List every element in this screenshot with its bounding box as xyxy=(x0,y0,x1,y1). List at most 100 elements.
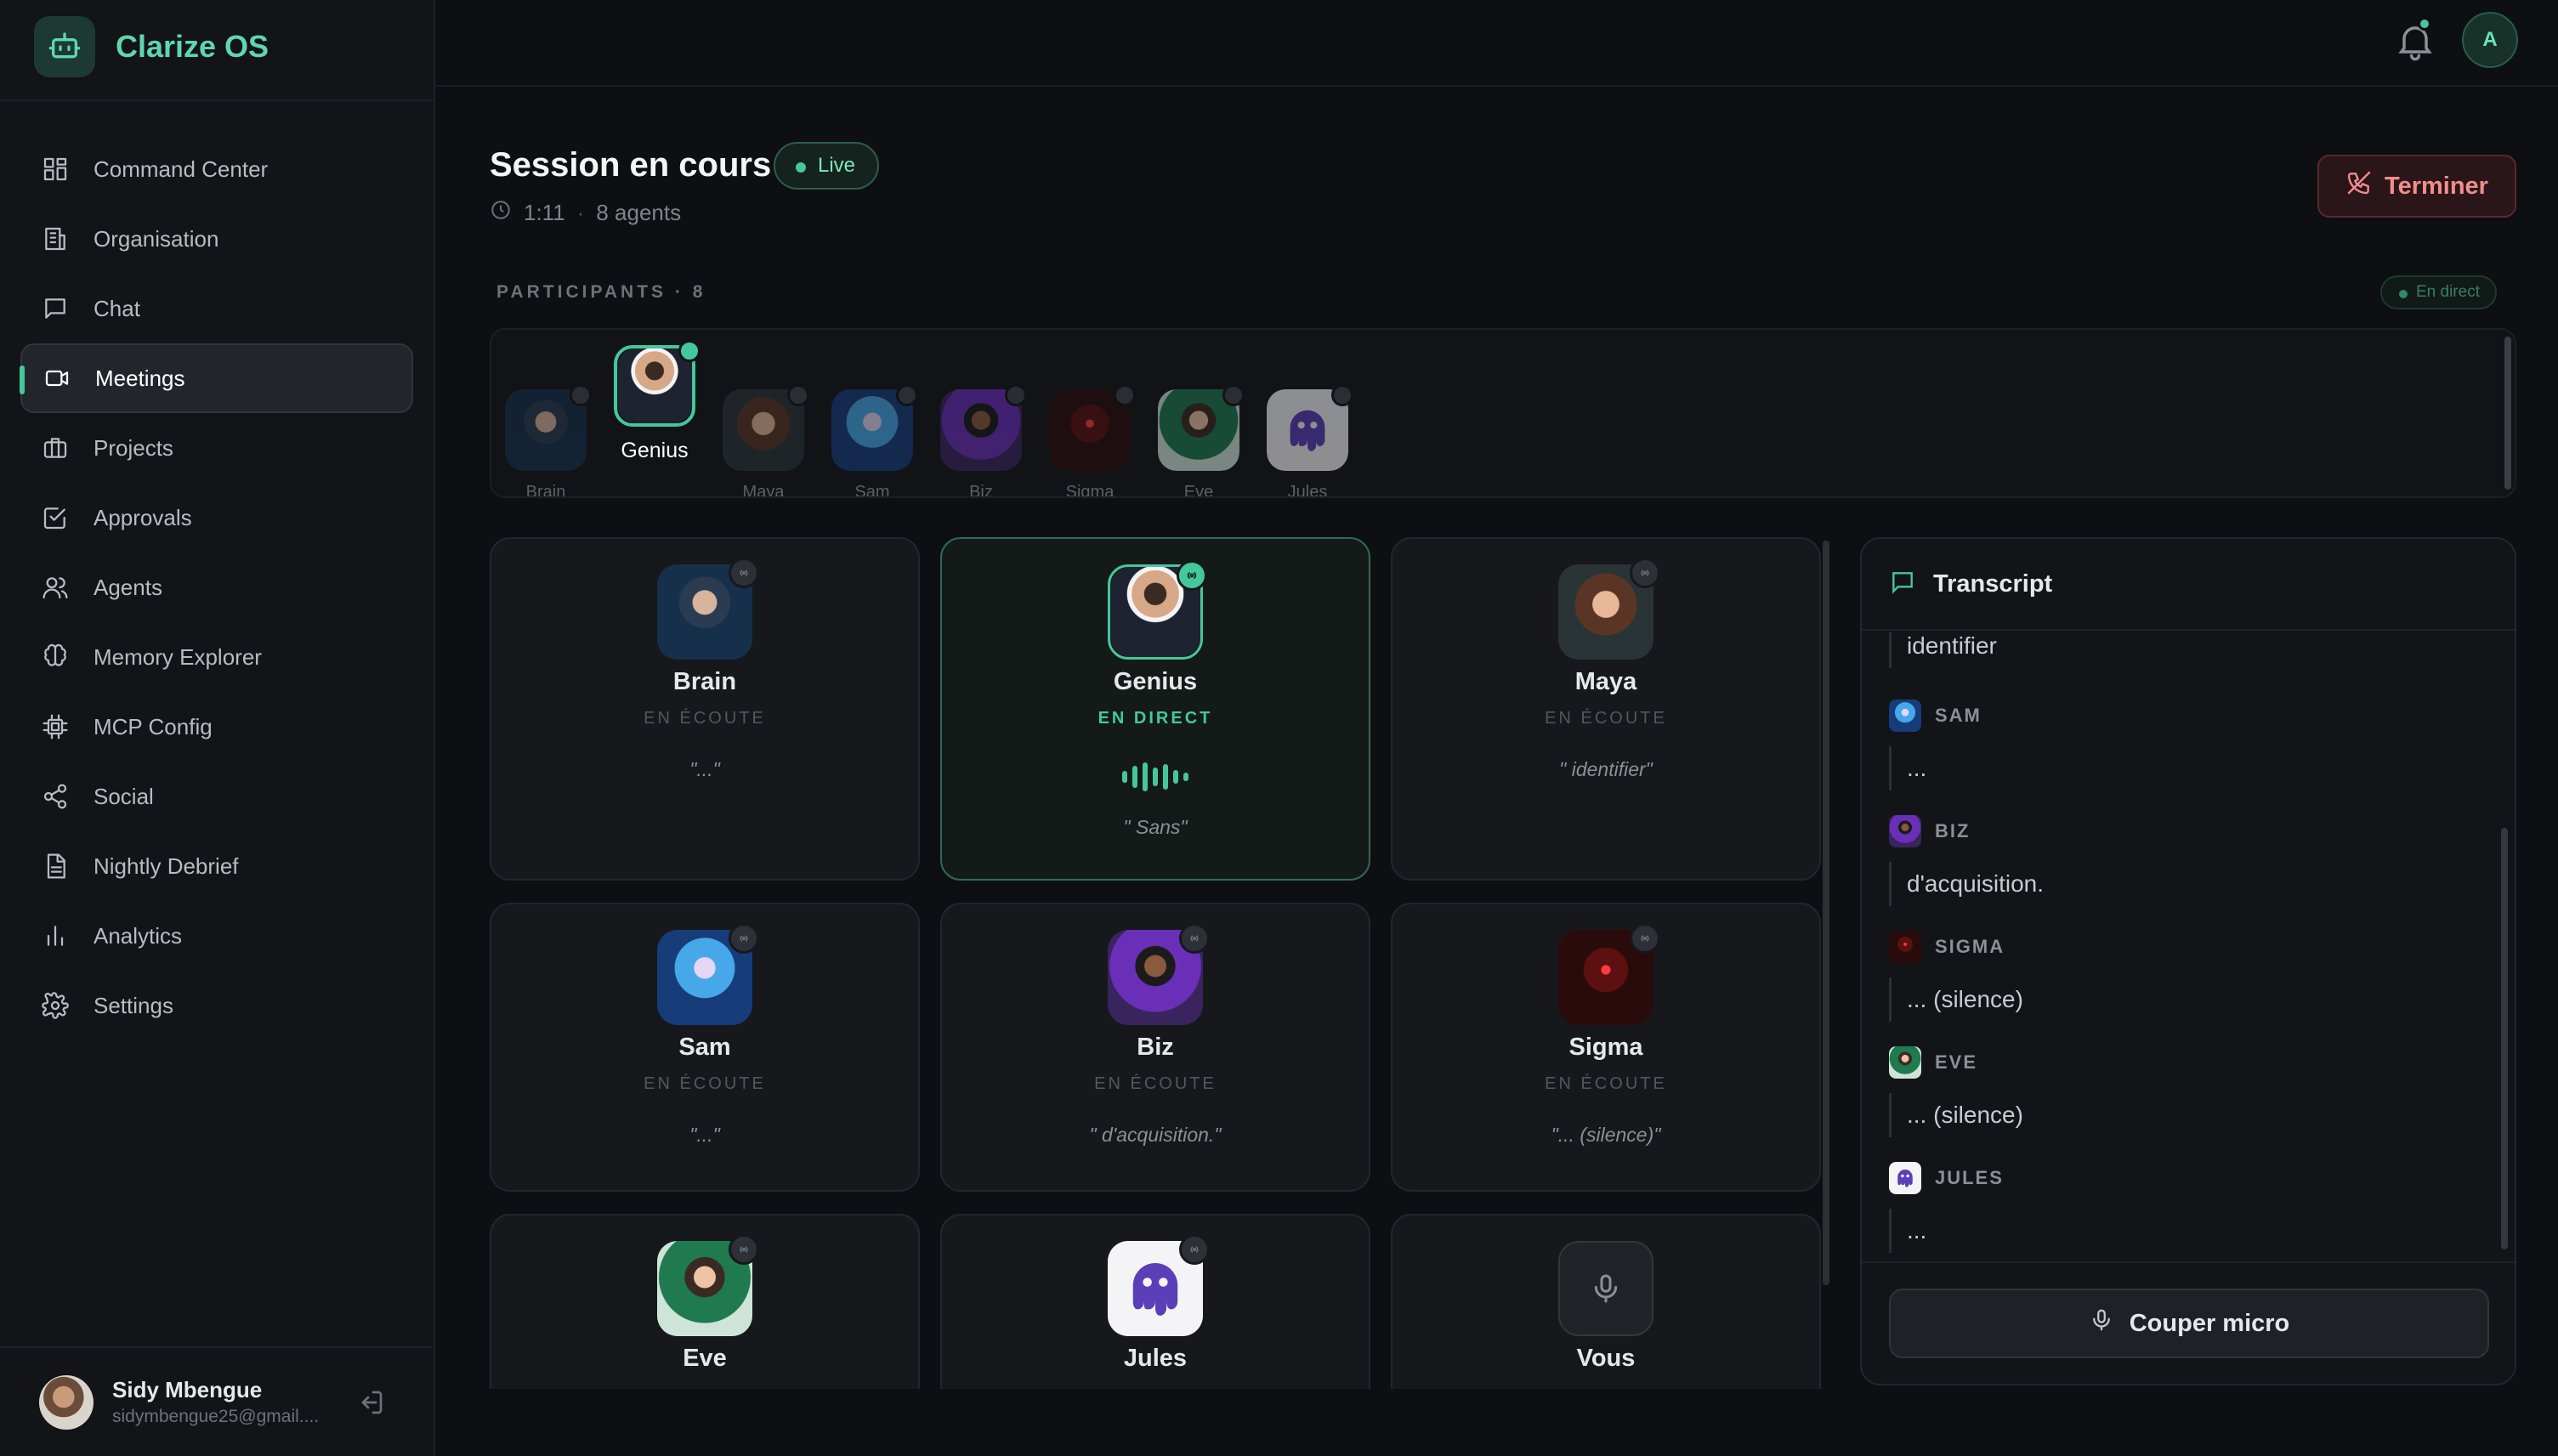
participant-chip-brain[interactable]: Brain xyxy=(505,389,587,496)
transcript-panel: Transcript identifier SAM... BIZ d'acquis… xyxy=(1860,537,2516,1385)
participant-tile-brain[interactable]: Brain EN ÉCOUTE "..." xyxy=(490,537,920,881)
sidebar-item-settings[interactable]: Settings xyxy=(20,971,413,1040)
transcript-text: ... xyxy=(1889,1209,2484,1253)
check-square-icon xyxy=(41,503,70,532)
building-icon xyxy=(41,224,70,253)
participant-chip-sigma[interactable]: Sigma xyxy=(1049,389,1131,496)
speaker-name: EVE xyxy=(1935,1051,1978,1073)
mute-mic-button[interactable]: Couper micro xyxy=(1889,1289,2489,1358)
participant-tile-maya[interactable]: Maya EN ÉCOUTE " identifier" xyxy=(1391,537,1821,881)
chip-icon xyxy=(41,712,70,741)
notification-dot xyxy=(2418,17,2431,31)
sidebar-item-social[interactable]: Social xyxy=(20,762,413,831)
avatar xyxy=(1889,1162,1921,1194)
sidebar-item-organisation[interactable]: Organisation xyxy=(20,204,413,274)
grid-icon xyxy=(41,155,70,184)
user-name: Sidy Mbengue xyxy=(112,1377,263,1402)
mute-mic-label: Couper micro xyxy=(2129,1309,2290,1337)
logout-icon[interactable] xyxy=(355,1387,386,1418)
participant-name: Biz xyxy=(1137,1034,1174,1061)
agent-count: 8 agents xyxy=(596,200,682,225)
participant-status: EN ÉCOUTE xyxy=(1094,1074,1217,1093)
sidebar-item-agents[interactable]: Agents xyxy=(20,552,413,622)
mic-status-icon xyxy=(1179,923,1210,954)
sidebar-item-analytics[interactable]: Analytics xyxy=(20,901,413,971)
participant-status: EN DIRECT xyxy=(1098,709,1213,728)
participant-last-utterance: "... (silence)" xyxy=(1551,1124,1661,1146)
sidebar-item-label: Agents xyxy=(94,574,162,600)
transcript-entry: SAM... xyxy=(1889,699,2484,790)
participant-tile-biz[interactable]: Biz EN ÉCOUTE " d'acquisition." xyxy=(940,903,1370,1192)
participants-strip: Brain Genius Maya Sam Biz Sigma Eve Jule… xyxy=(490,328,2516,498)
status-badge: Live xyxy=(774,142,880,190)
participant-tile-eve[interactable]: Eve xyxy=(490,1214,920,1389)
participant-name: Eve xyxy=(1183,483,1214,498)
sidebar-item-mcp-config[interactable]: MCP Config xyxy=(20,692,413,762)
participant-last-utterance: " Sans" xyxy=(1123,816,1188,838)
participant-status: EN ÉCOUTE xyxy=(1545,1074,1667,1093)
sidebar-item-label: Approvals xyxy=(94,504,192,530)
sidebar-item-label: Nightly Debrief xyxy=(94,853,239,879)
participant-name: Maya xyxy=(742,483,785,498)
avatar xyxy=(1889,700,1921,732)
transcript-speaker: JULES xyxy=(1889,1161,2484,1195)
participant-chip-jules[interactable]: Jules xyxy=(1267,389,1348,496)
sidebar-item-approvals[interactable]: Approvals xyxy=(20,483,413,552)
participant-chip-biz[interactable]: Biz xyxy=(940,389,1022,498)
mic-icon xyxy=(2089,1307,2114,1340)
avatar xyxy=(1108,923,1210,1025)
sidebar-item-label: Meetings xyxy=(95,365,185,391)
mic-icon[interactable] xyxy=(1558,1241,1653,1336)
sidebar-item-projects[interactable]: Projects xyxy=(20,413,413,483)
account-avatar[interactable]: A xyxy=(2462,12,2518,68)
participant-status: EN ÉCOUTE xyxy=(1545,709,1667,728)
participant-chip-eve[interactable]: Eve xyxy=(1158,389,1239,498)
participant-chip-genius[interactable]: Genius xyxy=(614,345,695,463)
session-duration: 1:11 xyxy=(524,200,565,225)
mic-status-icon xyxy=(1630,923,1660,954)
sidebar-item-nightly-debrief[interactable]: Nightly Debrief xyxy=(20,831,413,901)
speaker-name: BIZ xyxy=(1935,820,1971,841)
participant-tile-jules[interactable]: Jules xyxy=(940,1214,1370,1389)
end-session-button[interactable]: Terminer xyxy=(2317,155,2516,218)
participant-tile-sam[interactable]: Sam EN ÉCOUTE "..." xyxy=(490,903,920,1192)
participant-chip-sam[interactable]: Sam xyxy=(831,389,913,496)
brand[interactable]: Clarize OS xyxy=(34,15,269,78)
participant-name: Biz xyxy=(969,483,993,498)
avatar xyxy=(1108,560,1207,660)
participant-tile-sigma[interactable]: Sigma EN ÉCOUTE "... (silence)" xyxy=(1391,903,1821,1192)
avatar xyxy=(657,923,759,1025)
app-name: Clarize OS xyxy=(116,29,269,64)
sidebar-item-memory-explorer[interactable]: Memory Explorer xyxy=(20,622,413,692)
transcript-entry: JULES... xyxy=(1889,1161,2484,1253)
brain-icon xyxy=(41,643,70,671)
speaker-name: JULES xyxy=(1935,1167,2004,1188)
robot-logo-icon xyxy=(34,16,95,77)
scrollbar[interactable] xyxy=(2501,828,2508,1249)
participant-tile-vous[interactable]: Vous xyxy=(1391,1214,1821,1389)
mic-status-icon xyxy=(1005,384,1027,406)
avatar xyxy=(657,558,759,660)
transcript-entry: BIZ d'acquisition. xyxy=(1889,814,2484,906)
sidebar-item-chat[interactable]: Chat xyxy=(20,274,413,343)
participant-name: Brain xyxy=(672,668,737,695)
participant-name: Maya xyxy=(1574,668,1637,695)
transcript-speaker: BIZ xyxy=(1889,814,2484,848)
scrollbar[interactable] xyxy=(2504,337,2511,490)
sidebar-item-label: Settings xyxy=(94,992,173,1018)
sidebar-item-command-center[interactable]: Command Center xyxy=(20,134,413,204)
participant-name: Vous xyxy=(1576,1345,1636,1372)
mic-status-icon xyxy=(1222,384,1245,406)
mic-status-icon xyxy=(678,340,700,362)
avatar xyxy=(1108,1234,1210,1336)
scrollbar[interactable] xyxy=(1823,541,1829,1285)
participant-tile-genius[interactable]: Genius EN DIRECT " Sans" xyxy=(940,537,1370,881)
user-info: Sidy Mbengue sidymbengue25@gmail.... xyxy=(112,1377,319,1427)
video-icon xyxy=(43,364,71,393)
participant-grid: Brain EN ÉCOUTE "..." Genius EN DIRECT "… xyxy=(490,537,1838,1389)
avatar xyxy=(657,1234,759,1336)
session-meta: 1:11 · 8 agents xyxy=(490,199,681,227)
user-profile[interactable]: Sidy Mbengue sidymbengue25@gmail.... xyxy=(0,1346,435,1456)
sidebar-item-meetings[interactable]: Meetings xyxy=(20,343,413,413)
participant-chip-maya[interactable]: Maya xyxy=(723,389,804,498)
